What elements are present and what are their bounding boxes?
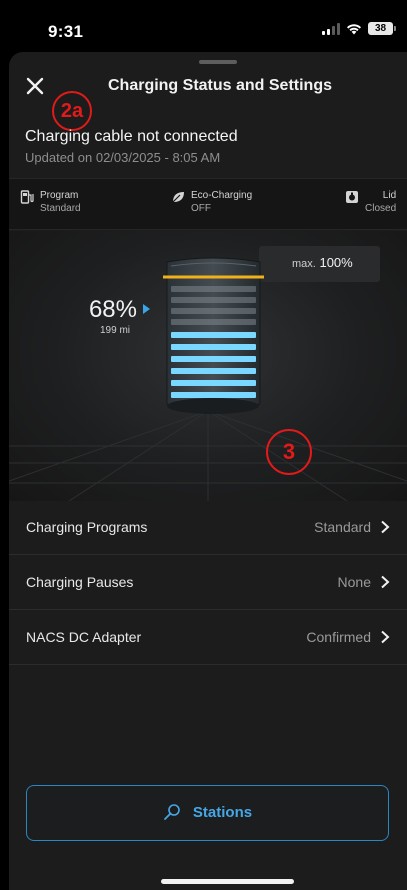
charge-percent: 68% <box>88 296 137 323</box>
sheet-grabber[interactable] <box>199 60 237 64</box>
charging-programs-row[interactable]: Charging Programs Standard <box>9 500 407 555</box>
program-label: Program <box>40 190 79 201</box>
segment-empty <box>171 308 256 314</box>
updated-timestamp: Updated on 02/03/2025 - 8:05 AM <box>25 150 221 165</box>
chevron-right-icon <box>381 575 390 589</box>
list-item-value: Standard <box>314 519 371 535</box>
segment-empty <box>171 319 256 325</box>
nacs-dc-adapter-row[interactable]: NACS DC Adapter Confirmed <box>9 610 407 665</box>
chevron-right-icon <box>381 520 390 534</box>
cellular-signal-icon <box>322 22 340 35</box>
charging-pauses-row[interactable]: Charging Pauses None <box>9 555 407 610</box>
charging-info-row: Program Standard Eco-Charging OFF Lid Cl… <box>9 178 407 230</box>
lid-value: Closed <box>365 203 397 214</box>
lid-info: Lid Closed <box>345 189 396 215</box>
search-icon <box>164 804 180 820</box>
max-charge-label: max. <box>292 258 316 270</box>
status-icons: 38 <box>322 22 396 35</box>
eco-charging-info: Eco-Charging OFF <box>171 189 252 215</box>
battery-visualization: 68% 199 mi max. 100% 3 <box>9 231 407 501</box>
segment-filled <box>171 368 256 374</box>
settings-list: Charging Programs Standard Charging Paus… <box>9 500 407 665</box>
battery-cylinder-icon <box>163 257 264 414</box>
program-value: Standard <box>40 203 81 214</box>
charging-status-text: Charging cable not connected <box>25 128 238 145</box>
chevron-right-icon <box>381 630 390 644</box>
charging-status-sheet: Charging Status and Settings 2a Charging… <box>9 52 407 890</box>
leaf-icon <box>172 192 184 203</box>
list-item-label: Charging Programs <box>26 519 148 535</box>
segment-empty <box>171 297 256 303</box>
charge-level: 68% 199 mi <box>75 296 150 336</box>
eco-charging-label: Eco-Charging <box>191 190 253 201</box>
lid-label: Lid <box>382 190 397 201</box>
max-charge-setting[interactable]: max. 100% <box>259 246 380 282</box>
range-value: 199 mi <box>99 325 130 336</box>
status-bar: 9:31 38 <box>0 0 407 50</box>
list-item-value: Confirmed <box>306 629 371 645</box>
segment-filled <box>171 380 256 386</box>
stations-button[interactable]: Stations <box>26 785 389 841</box>
list-item-label: NACS DC Adapter <box>26 629 142 645</box>
max-charge-value: 100% <box>319 255 353 270</box>
list-item-label: Charging Pauses <box>26 574 134 590</box>
annotation-marker-3: 3 <box>266 429 312 475</box>
status-time: 9:31 <box>48 22 84 41</box>
wifi-icon <box>347 23 361 34</box>
stations-label: Stations <box>192 803 253 821</box>
battery-icon: 38 <box>368 22 396 35</box>
program-info: Program Standard <box>20 189 81 215</box>
annotation-marker-2a: 2a <box>52 91 92 131</box>
charging-lid-icon <box>346 191 358 203</box>
charging-station-icon <box>20 190 34 204</box>
eco-charging-value: OFF <box>191 203 211 214</box>
segment-filled <box>171 392 256 398</box>
segment-filled <box>171 356 256 362</box>
list-item-value: None <box>337 574 371 590</box>
charge-pointer-icon <box>143 304 150 314</box>
segment-filled <box>171 344 256 350</box>
segment-empty <box>171 286 256 292</box>
home-indicator[interactable] <box>161 879 294 884</box>
segment-filled <box>171 332 256 338</box>
